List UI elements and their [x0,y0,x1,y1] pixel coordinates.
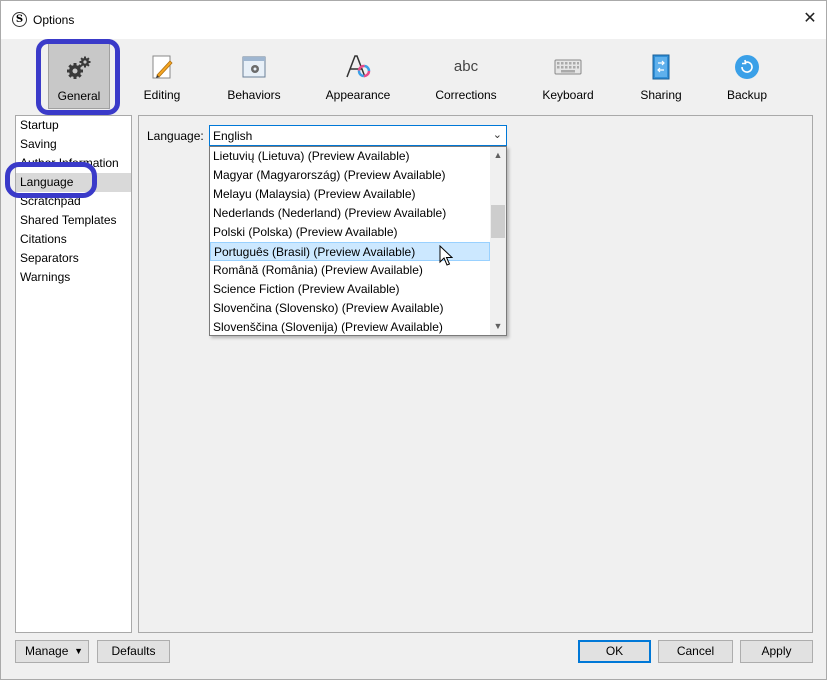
manage-button[interactable]: Manage ▼ [15,640,89,663]
window-title: Options [33,13,75,27]
notebook-arrows-icon [652,54,670,80]
window-gear-icon [242,56,266,78]
language-label: Language: [147,129,204,143]
category-toolbar: General Editing Behaviors Appearance abc… [2,39,827,115]
scroll-up-icon[interactable]: ▲ [490,147,506,164]
tab-corrections[interactable]: abc Corrections [430,39,502,109]
dropdown-scrollbar[interactable]: ▲ ▼ [490,147,506,335]
sidebar-list: Startup Saving Author Information Langua… [15,115,132,633]
gear-icon [67,56,91,79]
keyboard-icon [554,59,582,75]
language-option[interactable]: Science Fiction (Preview Available) [210,280,490,299]
ok-button[interactable]: OK [578,640,651,663]
options-window: S Options ✕ General Editing Behaviors Ap… [0,0,827,680]
tab-backup-label: Backup [726,88,768,102]
tab-general-label: General [57,89,101,103]
tab-behaviors[interactable]: Behaviors [220,39,288,109]
language-option[interactable]: Slovenčina (Slovensko) (Preview Availabl… [210,299,490,318]
sidebar-item-separators[interactable]: Separators [16,249,131,268]
sidebar-item-citations[interactable]: Citations [16,230,131,249]
tab-editing-label: Editing [143,88,181,102]
font-a-color-icon [346,55,371,78]
language-option[interactable]: Magyar (Magyarország) (Preview Available… [210,166,490,185]
tab-backup[interactable]: Backup [716,39,778,109]
language-option[interactable]: Slovenščina (Slovenija) (Preview Availab… [210,318,490,335]
mouse-cursor-icon [439,245,453,266]
scrollbar-thumb[interactable] [491,205,505,238]
apply-button[interactable]: Apply [740,640,813,663]
sidebar-item-scratchpad[interactable]: Scratchpad [16,192,131,211]
abc-icon: abc [453,58,479,75]
language-dropdown-list: Lietuvių (Lietuva) (Preview Available) M… [209,146,507,336]
sidebar-item-shared-templates[interactable]: Shared Templates [16,211,131,230]
language-select-value: English [213,129,253,143]
tab-behaviors-label: Behaviors [227,88,281,102]
chevron-down-icon: ⌄ [492,129,502,141]
sidebar-item-language[interactable]: Language [16,173,131,192]
language-select[interactable]: English ⌄ [209,125,507,146]
tab-corrections-label: Corrections [435,88,497,102]
sidebar-item-warnings[interactable]: Warnings [16,268,131,287]
language-option[interactable]: Polski (Polska) (Preview Available) [210,223,490,242]
sidebar-item-author-information[interactable]: Author Information [16,154,131,173]
tab-editing[interactable]: Editing [132,39,192,109]
manage-button-label: Manage [25,644,69,658]
defaults-button[interactable]: Defaults [97,640,170,663]
backup-circle-icon [735,55,759,79]
close-button[interactable]: ✕ [801,10,819,28]
tab-sharing-label: Sharing [640,88,682,102]
sidebar-item-startup[interactable]: Startup [16,116,131,135]
language-option[interactable]: Nederlands (Nederland) (Preview Availabl… [210,204,490,223]
cancel-button[interactable]: Cancel [658,640,733,663]
tab-keyboard[interactable]: Keyboard [536,39,600,109]
language-option[interactable]: Melayu (Malaysia) (Preview Available) [210,185,490,204]
sidebar-item-saving[interactable]: Saving [16,135,131,154]
tab-keyboard-label: Keyboard [542,88,594,102]
tab-sharing[interactable]: Sharing [632,39,690,109]
pencil-page-icon [152,55,173,79]
tab-appearance-label: Appearance [325,88,391,102]
tab-general[interactable]: General [48,39,110,109]
language-option[interactable]: Lietuvių (Lietuva) (Preview Available) [210,147,490,166]
title-bar: S Options ✕ [1,1,826,39]
scroll-down-icon[interactable]: ▼ [490,318,506,335]
app-icon: S [12,12,27,27]
caret-down-icon: ▼ [74,646,83,656]
tab-appearance[interactable]: Appearance [320,39,396,109]
